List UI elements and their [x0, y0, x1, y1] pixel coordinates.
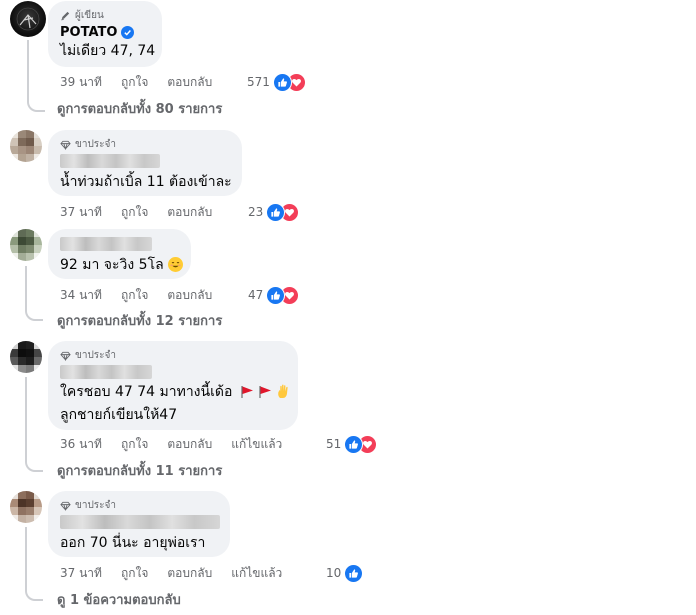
comment-text: น้ำท่วมถ้าเบิ้ล 11 ต้องเข้าละ	[60, 174, 232, 190]
comment-time[interactable]: 37 นาที	[60, 564, 102, 583]
badge-label: ขาประจำ	[75, 500, 117, 511]
reaction-summary[interactable]: 23	[248, 202, 300, 222]
reaction-summary[interactable]: 47	[248, 285, 300, 305]
comment-text: ใครชอบ 47 74 มาทางนี้เด้อ	[60, 382, 288, 405]
comment-bubble: 92 มา จะวิง 5โล	[48, 229, 191, 279]
reaction-count: 10	[326, 566, 342, 580]
member-badge: ขาประจำ	[60, 138, 230, 151]
diamond-icon	[60, 351, 71, 361]
comment-actions: 34 นาที ถูกใจ ตอบกลับ	[60, 285, 231, 305]
comment-text: 92 มา จะวิง 5โล	[60, 255, 183, 275]
comment-actions: 36 นาที ถูกใจ ตอบกลับ แก้ไขแล้ว	[60, 434, 301, 454]
comment-text-line: ลูกชายก์เขียนให้47	[60, 407, 178, 423]
comment-text-line: 92 มา จะวิง 5โล	[60, 257, 164, 273]
member-badge: ขาประจำ	[60, 349, 286, 362]
like-icon	[272, 72, 292, 92]
blurred-author-name[interactable]	[60, 365, 152, 379]
diamond-icon	[60, 501, 71, 511]
like-button[interactable]: ถูกใจ	[121, 564, 148, 583]
badge-label: ขาประจำ	[75, 350, 117, 361]
comment-bubble: ผู้เขียน POTATO ไม่เดียว 47, 74	[48, 1, 162, 67]
like-button[interactable]: ถูกใจ	[121, 203, 148, 222]
edited-label: แก้ไขแล้ว	[231, 565, 283, 580]
like-button[interactable]: ถูกใจ	[121, 435, 148, 454]
reply-button[interactable]: ตอบกลับ	[167, 73, 212, 92]
comment-bubble: ขาประจำ ออก 70 นี่นะ อายุพ่อเรา	[48, 491, 230, 557]
smiling-face-icon	[167, 257, 183, 272]
like-button[interactable]: ถูกใจ	[121, 73, 148, 92]
view-replies-link[interactable]: ดูการตอบกลับทั้ง 11 รายการ	[57, 463, 222, 480]
reaction-count: 571	[247, 75, 270, 89]
edited-label: แก้ไขแล้ว	[231, 436, 283, 451]
comment-actions: 37 นาที ถูกใจ ตอบกลับ	[60, 202, 231, 222]
thread-line	[25, 377, 27, 460]
reaction-count: 23	[248, 205, 264, 219]
view-replies-link[interactable]: ดู 1 ข้อความตอบกลับ	[57, 592, 181, 609]
avatar[interactable]	[10, 491, 42, 523]
comment-text: ออก 70 นี่นะ อายุพ่อเรา	[60, 535, 206, 551]
thread-line	[27, 40, 29, 102]
comment-time[interactable]: 39 นาที	[60, 73, 102, 92]
thread-elbow	[25, 305, 43, 321]
blurred-author-name[interactable]	[60, 515, 220, 529]
reply-button[interactable]: ตอบกลับ	[167, 564, 212, 583]
thread-elbow	[25, 456, 43, 472]
avatar[interactable]	[10, 130, 42, 162]
reply-button[interactable]: ตอบกลับ	[167, 435, 212, 454]
comment-actions: 39 นาที ถูกใจ ตอบกลับ	[60, 72, 231, 92]
reaction-summary[interactable]: 10	[326, 563, 364, 583]
thread-elbow	[25, 585, 43, 601]
comment-bubble: ขาประจำ ใครชอบ 47 74 มาทางนี้เด้อ ลูกชาย…	[48, 341, 298, 430]
member-badge: ขาประจำ	[60, 499, 218, 512]
comment-time[interactable]: 37 นาที	[60, 203, 102, 222]
verified-badge-icon	[121, 26, 135, 39]
comment-actions: 37 นาที ถูกใจ ตอบกลับ แก้ไขแล้ว	[60, 563, 301, 583]
comment-text: ไม่เดียว 47, 74	[60, 43, 156, 59]
view-replies-link[interactable]: ดูการตอบกลับทั้ง 80 รายการ	[57, 101, 222, 118]
comment-bubble: ขาประจำ น้ำท่วมถ้าเบิ้ล 11 ต้องเข้าละ	[48, 130, 242, 196]
like-icon	[266, 285, 286, 305]
comment-time[interactable]: 34 นาที	[60, 286, 102, 305]
blurred-author-name[interactable]	[60, 154, 160, 168]
pencil-icon	[60, 10, 71, 21]
like-icon	[344, 563, 364, 583]
author-badge: ผู้เขียน	[60, 9, 150, 22]
badge-label: ขาประจำ	[75, 139, 117, 150]
diamond-icon	[60, 140, 71, 150]
reaction-summary[interactable]: 51	[326, 434, 378, 454]
thread-elbow	[27, 96, 45, 112]
reaction-summary[interactable]: 571	[247, 72, 306, 92]
badge-label: ผู้เขียน	[75, 10, 104, 21]
triangular-flag-icon	[240, 385, 255, 405]
like-icon	[344, 434, 364, 454]
comment-text-line: ใครชอบ 47 74 มาทางนี้เด้อ	[60, 384, 233, 400]
comment-author[interactable]: POTATO	[60, 24, 117, 41]
reply-button[interactable]: ตอบกลับ	[167, 286, 212, 305]
comment-time[interactable]: 36 นาที	[60, 435, 102, 454]
avatar[interactable]	[10, 1, 46, 37]
avatar[interactable]	[10, 229, 42, 261]
view-replies-link[interactable]: ดูการตอบกลับทั้ง 12 รายการ	[57, 313, 222, 330]
avatar[interactable]	[10, 341, 42, 373]
reaction-count: 51	[326, 437, 342, 451]
triangular-flag-icon	[258, 385, 273, 405]
raised-hand-icon	[276, 384, 291, 405]
blurred-author-name[interactable]	[60, 237, 152, 251]
like-icon	[266, 202, 286, 222]
like-button[interactable]: ถูกใจ	[121, 286, 148, 305]
reaction-count: 47	[248, 288, 264, 302]
reply-button[interactable]: ตอบกลับ	[167, 203, 212, 222]
thread-line	[25, 527, 27, 589]
thread-line	[25, 266, 27, 309]
